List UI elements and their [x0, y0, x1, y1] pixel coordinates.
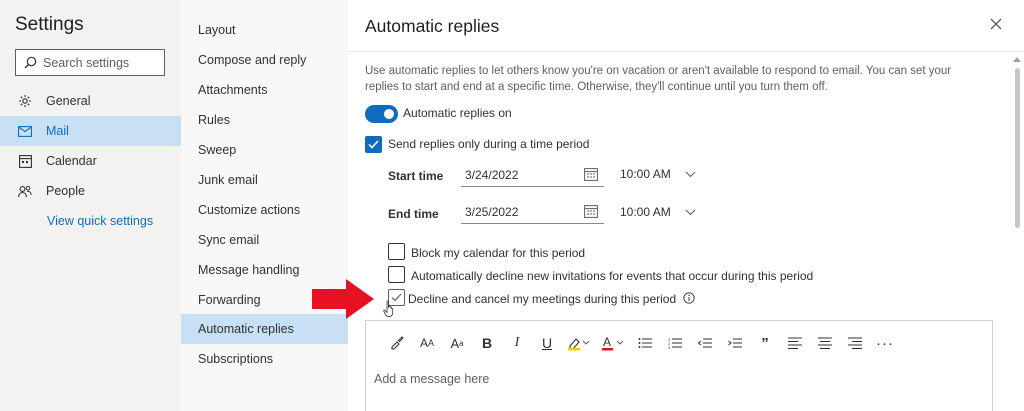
end-time-label: End time: [388, 207, 439, 221]
menu-item-sync-email[interactable]: Sync email: [181, 225, 348, 255]
cancel-meetings-label: Decline and cancel my meetings during th…: [408, 292, 695, 306]
menu-item-junk-email[interactable]: Junk email: [181, 165, 348, 195]
format-painter-icon[interactable]: [382, 333, 412, 353]
font-size-icon[interactable]: AA: [412, 333, 442, 353]
decrease-indent-icon[interactable]: [690, 333, 720, 353]
increase-indent-icon[interactable]: [720, 333, 750, 353]
menu-item-sweep[interactable]: Sweep: [181, 135, 348, 165]
scroll-up-arrow[interactable]: [1013, 57, 1021, 62]
align-right-icon[interactable]: [840, 333, 870, 353]
toggle-label: Automatic replies on: [403, 106, 512, 120]
end-date-value: 3/25/2022: [465, 204, 519, 219]
calendar-icon: [0, 154, 46, 168]
menu-item-attachments[interactable]: Attachments: [181, 75, 348, 105]
calendar-icon[interactable]: [584, 167, 598, 181]
settings-nav: Settings General Mail Calendar People Vi…: [0, 0, 181, 411]
text-effects-icon[interactable]: Aa: [442, 333, 472, 353]
bold-icon[interactable]: B: [472, 333, 502, 353]
mail-icon: [0, 125, 46, 137]
decline-invitations-label: Automatically decline new invitations fo…: [411, 269, 814, 283]
end-time-dropdown[interactable]: 10:00 AM: [620, 205, 696, 219]
start-time-value: 10:00 AM: [620, 167, 671, 181]
quote-icon[interactable]: ”: [750, 333, 780, 353]
settings-title: Settings: [15, 14, 84, 35]
info-icon[interactable]: [682, 292, 695, 304]
bullets-icon[interactable]: [630, 333, 660, 353]
nav-people[interactable]: People: [0, 176, 181, 206]
description-text: Use automatic replies to let others know…: [365, 65, 952, 93]
automatic-replies-toggle[interactable]: [365, 105, 398, 123]
people-icon: [0, 185, 46, 198]
menu-item-customize-actions[interactable]: Customize actions: [181, 195, 348, 225]
nav-general[interactable]: General: [0, 86, 181, 116]
block-calendar-checkbox[interactable]: [388, 243, 405, 260]
end-date-picker[interactable]: 3/25/2022: [461, 200, 604, 224]
format-toolbar: AA Aa B I U A 123 ” ···: [382, 333, 900, 353]
scrollbar-thumb[interactable]: [1015, 68, 1020, 228]
nav-calendar[interactable]: Calendar: [0, 146, 181, 176]
automatic-replies-panel: Automatic replies Use automatic replies …: [348, 0, 1024, 411]
end-time-value: 10:00 AM: [620, 205, 671, 219]
panel-title: Automatic replies: [365, 16, 500, 36]
gear-icon: [0, 94, 46, 108]
nav-people-label: People: [46, 184, 85, 198]
checkmark-icon: [368, 140, 379, 149]
italic-icon[interactable]: I: [502, 333, 532, 353]
search-input[interactable]: [43, 55, 153, 70]
time-period-label: Send replies only during a time period: [388, 137, 590, 151]
start-time-dropdown[interactable]: 10:00 AM: [620, 167, 696, 181]
calendar-icon[interactable]: [584, 204, 598, 218]
more-options-icon[interactable]: ···: [870, 333, 900, 353]
nav-general-label: General: [46, 94, 91, 108]
menu-item-layout[interactable]: Layout: [181, 15, 348, 45]
underline-icon[interactable]: U: [532, 333, 562, 353]
block-calendar-label: Block my calendar for this period: [411, 246, 586, 260]
search-box[interactable]: [15, 49, 165, 76]
message-editor[interactable]: AA Aa B I U A 123 ” ··· Add a message he…: [365, 320, 993, 411]
toggle-knob: [384, 109, 394, 119]
menu-item-compose-and-reply[interactable]: Compose and reply: [181, 45, 348, 75]
start-date-picker[interactable]: 3/24/2022: [461, 163, 604, 187]
menu-item-subscriptions[interactable]: Subscriptions: [181, 344, 348, 374]
hand-cursor-icon: [383, 300, 394, 318]
search-icon: [24, 56, 37, 69]
message-placeholder: Add a message here: [374, 372, 490, 386]
menu-item-rules[interactable]: Rules: [181, 105, 348, 135]
chevron-down-icon: [685, 209, 696, 215]
red-arrow-annotation: [312, 279, 374, 319]
nav-calendar-label: Calendar: [46, 154, 97, 168]
nav-mail-label: Mail: [46, 124, 69, 138]
nav-mail[interactable]: Mail: [0, 116, 181, 146]
cancel-meetings-text: Decline and cancel my meetings during th…: [408, 292, 677, 306]
header-divider: [348, 51, 1024, 52]
align-left-icon[interactable]: [780, 333, 810, 353]
svg-text:3: 3: [668, 345, 671, 349]
decline-invitations-checkbox[interactable]: [388, 266, 405, 283]
svg-text:A: A: [603, 335, 611, 349]
close-icon[interactable]: [988, 16, 1004, 32]
start-time-label: Start time: [388, 169, 444, 183]
mail-settings-menu: Layout Compose and reply Attachments Rul…: [181, 0, 348, 411]
start-date-value: 3/24/2022: [465, 167, 519, 182]
font-color-icon[interactable]: A: [596, 333, 630, 353]
align-center-icon[interactable]: [810, 333, 840, 353]
chevron-down-icon: [685, 171, 696, 177]
view-quick-settings-link[interactable]: View quick settings: [47, 214, 153, 228]
time-period-checkbox[interactable]: [365, 136, 382, 153]
highlight-icon[interactable]: [562, 333, 596, 353]
numbering-icon[interactable]: 123: [660, 333, 690, 353]
